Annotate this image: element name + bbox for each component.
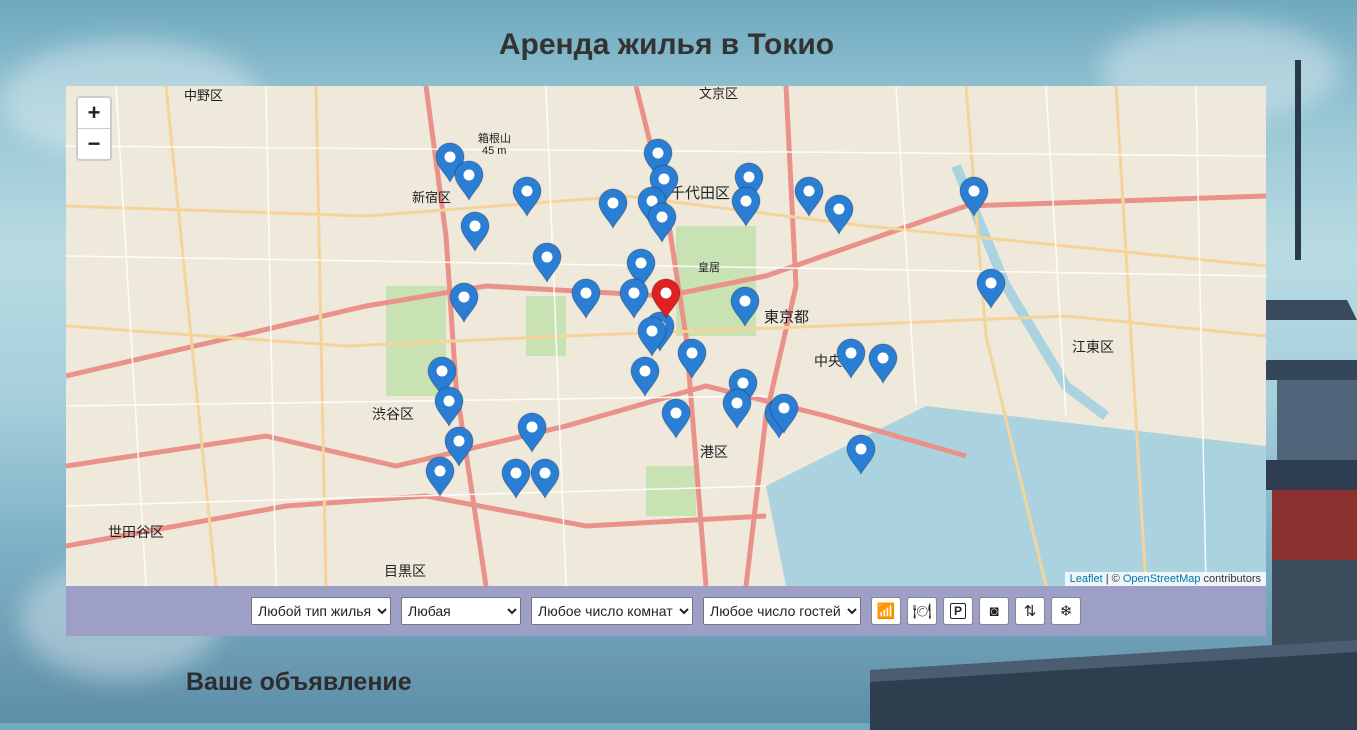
elevator-icon: ⇅ <box>1023 603 1037 620</box>
leaflet-link[interactable]: Leaflet <box>1070 573 1103 585</box>
map-marker[interactable] <box>517 412 547 454</box>
map-marker[interactable] <box>425 456 455 498</box>
elevator-toggle[interactable]: ⇅ <box>1015 597 1045 625</box>
map-attribution: Leaflet | © OpenStreetMap contributors <box>1064 572 1266 586</box>
map-marker[interactable] <box>959 176 989 218</box>
restaurant-icon: 🍽 <box>912 603 932 620</box>
restaurant-toggle[interactable]: 🍽 <box>907 597 937 625</box>
washer-toggle[interactable]: ◙ <box>979 597 1009 625</box>
map-marker[interactable] <box>619 278 649 320</box>
label-koto: 江東区 <box>1072 339 1114 355</box>
label-hakoneyama: 箱根山 <box>478 131 511 145</box>
label-shibuya: 渋谷区 <box>372 406 414 422</box>
your-listing-heading: Ваше объявление <box>186 668 412 696</box>
attribution-suffix: contributors <box>1200 573 1261 585</box>
map-tiles[interactable]: 中野区 文京区 新宿区 千代田区 東京都 中央区 江東区 港区 渋谷区 世田谷区… <box>66 86 1266 586</box>
zoom-in-button[interactable]: + <box>78 98 110 129</box>
label-minato: 港区 <box>700 444 728 460</box>
bay-water <box>766 406 1266 586</box>
park-area <box>526 296 566 356</box>
washer-icon: ◙ <box>989 602 999 620</box>
zoom-out-button[interactable]: − <box>78 129 110 159</box>
label-elevation: 45 m <box>482 145 506 157</box>
zoom-control[interactable]: + − <box>76 96 112 161</box>
map-marker[interactable] <box>637 316 667 358</box>
park-area <box>646 466 696 516</box>
map-marker[interactable] <box>454 160 484 202</box>
map-marker[interactable] <box>794 176 824 218</box>
rooms-select[interactable]: Любое число комнат <box>531 597 693 625</box>
wifi-toggle[interactable]: 📶 <box>871 597 901 625</box>
label-nakano: 中野区 <box>184 88 223 103</box>
map[interactable]: 中野区 文京区 新宿区 千代田区 東京都 中央区 江東区 港区 渋谷区 世田谷区… <box>66 86 1266 586</box>
label-meguro: 目黒区 <box>384 563 426 579</box>
label-bunkyo: 文京区 <box>699 86 738 101</box>
map-marker[interactable] <box>598 188 628 230</box>
map-marker[interactable] <box>571 278 601 320</box>
map-marker[interactable] <box>449 282 479 324</box>
map-marker[interactable] <box>976 268 1006 310</box>
air-conditioner-toggle[interactable]: ❄ <box>1051 597 1081 625</box>
map-marker[interactable] <box>868 343 898 385</box>
wifi-icon: 📶 <box>876 603 896 620</box>
label-setagaya: 世田谷区 <box>108 524 164 540</box>
parking-icon: P <box>949 603 966 619</box>
amenity-toggles: 📶 🍽 P ◙ ⇅ ❄ <box>871 597 1081 625</box>
page-title: Аренда жилья в Токио <box>498 28 835 61</box>
roof-decoration <box>870 640 1357 730</box>
map-marker[interactable] <box>630 356 660 398</box>
label-shinjuku: 新宿区 <box>412 190 451 205</box>
filter-bar: Любой тип жилья Любая Любое число комнат… <box>66 586 1266 636</box>
map-marker[interactable] <box>722 388 752 430</box>
district-select[interactable]: Любая <box>401 597 521 625</box>
label-chiyoda: 千代田区 <box>670 185 730 202</box>
parking-toggle[interactable]: P <box>943 597 973 625</box>
map-marker[interactable] <box>836 338 866 380</box>
map-marker[interactable] <box>661 398 691 440</box>
air-conditioner-icon: ❄ <box>1059 603 1073 620</box>
osm-link[interactable]: OpenStreetMap <box>1123 573 1201 585</box>
map-marker[interactable] <box>460 211 490 253</box>
map-marker[interactable] <box>677 338 707 380</box>
housing-type-select[interactable]: Любой тип жилья <box>251 597 391 625</box>
map-marker[interactable] <box>532 242 562 284</box>
map-marker[interactable] <box>824 194 854 236</box>
map-marker[interactable] <box>512 176 542 218</box>
label-imperial-palace: 皇居 <box>698 260 720 274</box>
attribution-separator: | © <box>1102 573 1123 585</box>
map-marker[interactable] <box>731 186 761 228</box>
guests-select[interactable]: Любое число гостей <box>703 597 861 625</box>
label-tokyo: 東京都 <box>764 309 809 326</box>
